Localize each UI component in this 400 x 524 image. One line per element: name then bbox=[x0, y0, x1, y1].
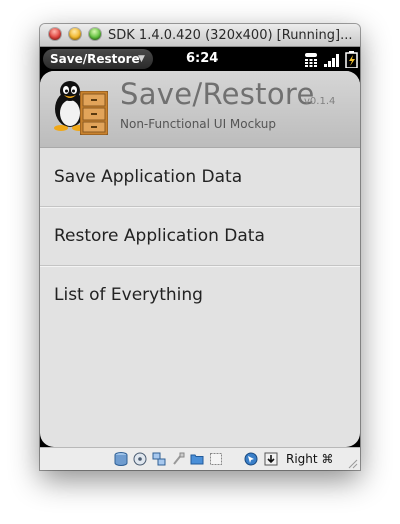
optical-disc-icon[interactable] bbox=[133, 452, 147, 466]
window-titlebar[interactable]: SDK 1.4.0.420 (320x400) [Running]... bbox=[40, 24, 360, 47]
list-item-restore[interactable]: Restore Application Data bbox=[40, 207, 360, 266]
download-icon[interactable] bbox=[264, 452, 278, 466]
chevron-down-icon: ▼ bbox=[138, 54, 145, 64]
device-screen: Save/Restore ▼ 6:24 Save/Restore v0.1.4 … bbox=[40, 47, 360, 447]
app-menu[interactable]: Save/Restore ▼ bbox=[43, 49, 153, 69]
shared-folder-icon[interactable] bbox=[190, 452, 204, 466]
app-menu-label: Save/Restore bbox=[50, 52, 140, 66]
resize-grip-icon[interactable] bbox=[348, 459, 358, 469]
close-button[interactable] bbox=[49, 28, 61, 40]
network-icon[interactable] bbox=[152, 452, 166, 466]
minimize-button[interactable] bbox=[69, 28, 81, 40]
app-header: Save/Restore v0.1.4 Non-Functional UI Mo… bbox=[40, 71, 360, 148]
list-item-list-everything[interactable]: List of Everything bbox=[40, 266, 360, 324]
usb-icon[interactable] bbox=[171, 452, 185, 466]
app-card: Save/Restore v0.1.4 Non-Functional UI Mo… bbox=[40, 71, 360, 447]
emulator-window: SDK 1.4.0.420 (320x400) [Running]... Sav… bbox=[40, 24, 360, 470]
dialer-icon bbox=[305, 53, 317, 67]
app-title: Save/Restore bbox=[120, 77, 315, 111]
app-version: v0.1.4 bbox=[304, 96, 336, 107]
list-item-label: List of Everything bbox=[54, 285, 203, 305]
hard-disk-icon[interactable] bbox=[114, 452, 128, 466]
window-title: SDK 1.4.0.420 (320x400) [Running]... bbox=[108, 28, 353, 43]
status-clock: 6:24 bbox=[186, 51, 219, 66]
list-item-label: Save Application Data bbox=[54, 167, 243, 187]
status-bar: Save/Restore ▼ 6:24 bbox=[40, 47, 360, 71]
battery-icon bbox=[345, 51, 358, 68]
capture-icon[interactable] bbox=[209, 452, 223, 466]
zoom-button[interactable] bbox=[89, 28, 101, 40]
app-subtitle: Non-Functional UI Mockup bbox=[120, 117, 277, 131]
file-cabinet-icon bbox=[80, 91, 108, 135]
vm-status-toolbar: Right ⌘ bbox=[40, 447, 360, 470]
signal-icon bbox=[324, 54, 339, 67]
action-list: Save Application Data Restore Applicatio… bbox=[40, 148, 360, 324]
list-item-label: Restore Application Data bbox=[54, 226, 265, 246]
list-item-save[interactable]: Save Application Data bbox=[40, 148, 360, 207]
host-key-label: Right ⌘ bbox=[286, 452, 334, 466]
mouse-integration-icon[interactable] bbox=[244, 452, 258, 466]
